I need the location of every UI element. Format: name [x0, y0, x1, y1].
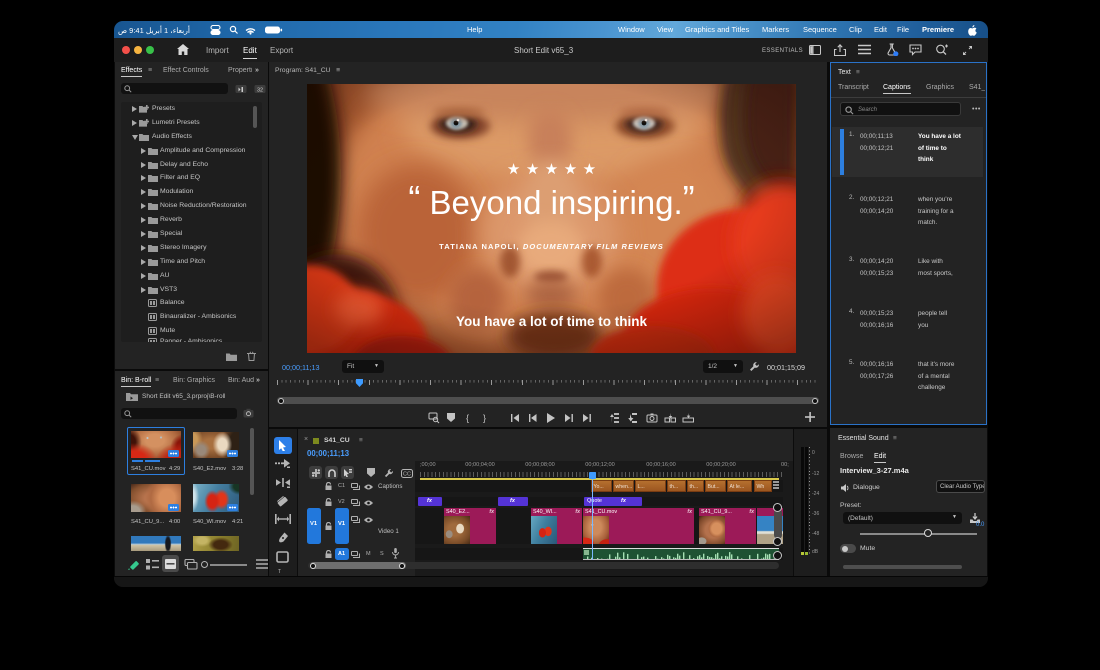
svg-text:32: 32	[257, 87, 263, 93]
svg-text:CC: CC	[403, 472, 411, 478]
svg-text:}: }	[483, 413, 486, 423]
svg-text:{: {	[466, 413, 469, 423]
